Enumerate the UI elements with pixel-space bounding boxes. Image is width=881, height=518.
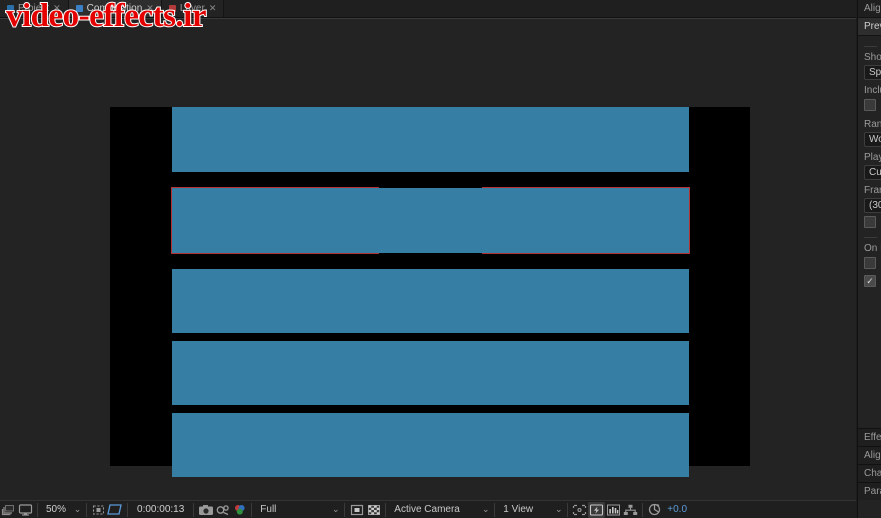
- zoom-level-dropdown[interactable]: 50% ⌄: [41, 502, 83, 518]
- on-preview-checkbox-2[interactable]: ✓: [864, 275, 876, 287]
- tab-layer[interactable]: Layer ✕: [161, 0, 225, 17]
- composition-canvas[interactable]: [110, 107, 750, 477]
- play-from-label: Play From:: [864, 152, 881, 163]
- bar-layer-4[interactable]: [172, 341, 689, 405]
- divider: [127, 502, 129, 517]
- grid-and-guide-options-icon[interactable]: [107, 502, 124, 518]
- close-icon[interactable]: ✕: [53, 3, 61, 14]
- exposure-value[interactable]: +0.0: [663, 502, 691, 518]
- divider: [642, 502, 644, 517]
- on-preview-checkbox-1[interactable]: [864, 257, 876, 269]
- take-snapshot-icon[interactable]: [197, 502, 214, 518]
- divider: [37, 502, 38, 517]
- toggle-mask-shape-visibility-icon[interactable]: [571, 502, 588, 518]
- panel-tab-align[interactable]: Align: [858, 0, 881, 18]
- show-snapshot-icon[interactable]: [214, 502, 231, 518]
- close-icon[interactable]: ✕: [146, 3, 154, 14]
- tab-composition[interactable]: Composition ✕: [68, 0, 162, 17]
- divider: [864, 46, 877, 47]
- camera-view-value: Active Camera: [394, 504, 460, 515]
- divider: [344, 502, 346, 517]
- view-layout-value: 1 View: [503, 504, 534, 515]
- fast-previews-icon[interactable]: [588, 501, 606, 518]
- divider: [251, 502, 253, 517]
- composition-icon: [75, 5, 83, 12]
- always-preview-this-view-icon[interactable]: [0, 502, 17, 518]
- reset-exposure-icon[interactable]: [646, 502, 663, 518]
- region-of-interest-icon[interactable]: [90, 502, 107, 518]
- panel-tab-effects-and-presets[interactable]: Effects & Presets: [858, 428, 881, 446]
- composition-viewer-panel: [0, 18, 856, 500]
- divider: [864, 237, 877, 238]
- divider: [193, 502, 195, 517]
- resolution-value: Full: [260, 504, 277, 515]
- frame-rate-select[interactable]: (30) fps: [864, 198, 881, 213]
- layer-icon: [168, 5, 176, 12]
- skip-frames-checkbox[interactable]: [864, 216, 876, 228]
- composition-renderer-icon[interactable]: [622, 502, 639, 518]
- panel-tab-paragraph[interactable]: Paragraph: [858, 482, 881, 500]
- bar-layer-5[interactable]: [172, 413, 689, 477]
- chevron-down-icon[interactable]: ⌄: [480, 504, 491, 515]
- divider: [494, 502, 496, 517]
- on-preview-label: On Preview:: [864, 243, 881, 254]
- current-time-display[interactable]: 0:00:00:13: [131, 502, 190, 518]
- range-label: Range:: [864, 119, 881, 130]
- chevron-down-icon[interactable]: ⌄: [330, 504, 341, 515]
- main-viewer-icon[interactable]: [17, 502, 34, 518]
- include-label: Include:: [864, 85, 881, 96]
- toggle-transparency-grid-icon[interactable]: [365, 502, 382, 518]
- bar-layer-1[interactable]: [172, 107, 689, 172]
- viewer-canvas-area[interactable]: [0, 37, 856, 500]
- camera-view-dropdown[interactable]: Active Camera ⌄: [389, 502, 491, 518]
- tab-project[interactable]: Project ✕: [0, 0, 69, 17]
- bar-layer-3[interactable]: [172, 269, 689, 333]
- include-checkbox[interactable]: [864, 99, 876, 111]
- play-from-select[interactable]: Current Time: [864, 165, 881, 180]
- timeline-icon[interactable]: [605, 502, 622, 518]
- bar-layer-2[interactable]: [172, 188, 689, 253]
- right-dock-panel[interactable]: Align Preview Shortcut: Spacebar Include…: [857, 0, 881, 518]
- tab-layer-label: Layer: [179, 3, 205, 14]
- panel-tab-align-bottom[interactable]: Align: [858, 446, 881, 464]
- chevron-down-icon[interactable]: ⌄: [72, 504, 83, 515]
- shortcut-select[interactable]: Spacebar: [864, 65, 881, 80]
- range-select[interactable]: Work Area: [864, 132, 881, 147]
- chevron-down-icon[interactable]: ⌄: [553, 504, 564, 515]
- resolution-dropdown[interactable]: Full ⌄: [255, 502, 341, 518]
- panel-tab-character[interactable]: Character: [858, 464, 881, 482]
- project-icon: [7, 5, 14, 12]
- frame-rate-label: Frame Rate:: [864, 185, 881, 196]
- close-icon[interactable]: ✕: [209, 3, 217, 14]
- zoom-level-value: 50%: [46, 504, 67, 515]
- view-layout-dropdown[interactable]: 1 View ⌄: [498, 502, 564, 518]
- preview-panel-body: Shortcut: Spacebar Include: Range: Work …: [858, 36, 881, 287]
- divider: [385, 502, 387, 517]
- viewer-tab-strip[interactable]: Project ✕ Composition ✕ Layer ✕: [0, 0, 856, 18]
- tab-composition-label: Composition: [86, 3, 143, 14]
- shortcut-label: Shortcut:: [864, 52, 881, 63]
- viewer-bottom-toolbar[interactable]: 50% ⌄ 0:00:00:13 Full ⌄ Active Camera ⌄ …: [0, 500, 856, 518]
- tab-project-label: Project: [18, 3, 50, 14]
- region-of-interest-toggle-icon[interactable]: [348, 502, 365, 518]
- divider: [567, 502, 569, 517]
- panel-tab-preview[interactable]: Preview: [858, 18, 881, 36]
- show-channel-icon[interactable]: [231, 502, 248, 518]
- divider: [86, 502, 88, 517]
